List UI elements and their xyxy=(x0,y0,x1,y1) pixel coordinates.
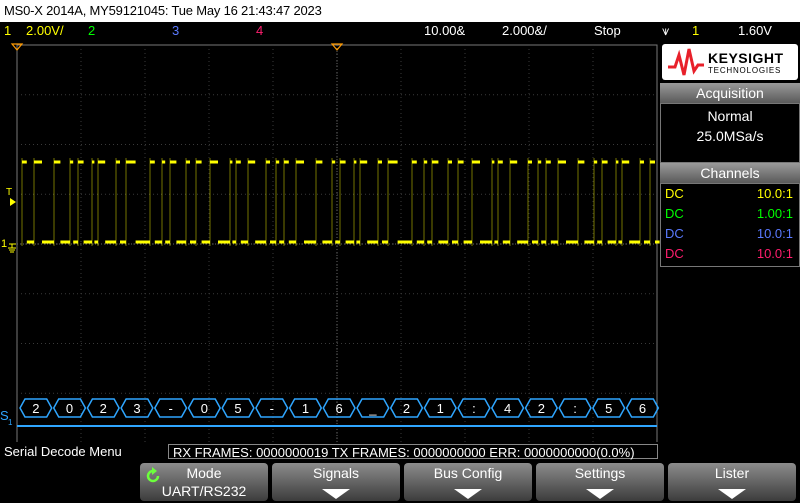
timebase-position[interactable]: 10.00& xyxy=(424,22,465,40)
softkey-label: Settings xyxy=(574,465,626,481)
mode-softkey[interactable]: Mode UART/RS232 xyxy=(140,463,268,501)
channel-row-2[interactable]: DC 1.00:1 xyxy=(661,204,799,224)
channels-header[interactable]: Channels xyxy=(660,163,800,183)
run-state[interactable]: Stop xyxy=(594,22,621,40)
lister-softkey[interactable]: Lister xyxy=(668,463,796,501)
channels-box[interactable]: DC 10.0:1 DC 1.00:1 DC 10.0:1 DC 10.0:1 xyxy=(660,183,800,267)
trigger-level[interactable]: 1.60V xyxy=(738,22,772,40)
frame-counters: RX FRAMES: 0000000019 TX FRAMES: 0000000… xyxy=(168,444,658,460)
keysight-wave-icon xyxy=(668,48,704,76)
decode-symbol: 1 xyxy=(302,401,309,416)
decode-symbol: 2 xyxy=(403,401,410,416)
menu-name: Serial Decode Menu xyxy=(4,444,122,459)
acquisition-mode: Normal xyxy=(707,108,753,124)
bus-config-softkey[interactable]: Bus Config xyxy=(404,463,532,501)
serial-bus-index: 1 xyxy=(8,418,13,427)
decode-symbol: 3 xyxy=(133,401,140,416)
ch1-ground-label: 1 xyxy=(1,238,7,250)
submenu-arrow-icon xyxy=(718,489,746,499)
ch4-number[interactable]: 4 xyxy=(256,22,263,40)
decode-symbol: 0 xyxy=(66,401,73,416)
decode-symbol: 2 xyxy=(100,401,107,416)
channel-coupling: DC xyxy=(665,246,684,261)
softkey-label: Bus Config xyxy=(433,465,503,481)
sample-rate: 25.0MSa/s xyxy=(696,128,764,144)
trigger-channel[interactable]: 1 xyxy=(692,22,699,40)
trigger-level-label: T xyxy=(6,187,12,198)
decode-symbol: 5 xyxy=(234,401,241,416)
timebase-scale[interactable]: 2.000&/ xyxy=(502,22,547,40)
decode-symbol: 0 xyxy=(201,401,208,416)
channel-coupling: DC xyxy=(665,226,684,241)
decode-symbol: : xyxy=(573,401,577,416)
channel-probe-ratio: 10.0:1 xyxy=(756,226,793,241)
waveform-display[interactable]: 2 0 2 3-0 5-1 6 _ 2 1:4 2:5 6 T 1 S 1 xyxy=(0,40,660,442)
ch1-scale[interactable]: 2.00V/ xyxy=(26,22,64,40)
decode-symbol: : xyxy=(472,401,476,416)
decode-symbol: - xyxy=(168,401,172,416)
submenu-arrow-icon xyxy=(454,489,482,499)
decode-symbol: 6 xyxy=(336,401,343,416)
trigger-level-marker[interactable] xyxy=(10,198,16,206)
decode-symbol: 2 xyxy=(32,401,39,416)
softkey-label: Lister xyxy=(714,465,750,481)
submenu-arrow-icon xyxy=(586,489,614,499)
logo-brand: KEYSIGHT xyxy=(708,50,784,66)
channel-coupling: DC xyxy=(665,206,684,221)
submenu-arrow-icon xyxy=(322,489,350,499)
softkey-bar: Mode UART/RS232 Signals Bus Config Setti… xyxy=(0,461,800,503)
channel-row-1[interactable]: DC 10.0:1 xyxy=(661,184,799,204)
decode-symbol: 5 xyxy=(605,401,612,416)
settings-softkey[interactable]: Settings xyxy=(536,463,664,501)
decode-symbol: 2 xyxy=(538,401,545,416)
ground-icon xyxy=(8,243,16,253)
ch3-number[interactable]: 3 xyxy=(172,22,179,40)
channel-probe-ratio: 10.0:1 xyxy=(756,246,793,261)
ch1-number[interactable]: 1 xyxy=(4,22,11,40)
signals-softkey[interactable]: Signals xyxy=(272,463,400,501)
window-title: MS0-X 2014A, MY59121045: Tue May 16 21:4… xyxy=(0,0,800,22)
trigger-edge-icon: ⩛ xyxy=(662,23,670,38)
softkey-label: Signals xyxy=(313,465,359,481)
side-panel: KEYSIGHT TECHNOLOGIES Acquisition Normal… xyxy=(660,40,800,442)
decode-symbol: 1 xyxy=(437,401,444,416)
channel-row-4[interactable]: DC 10.0:1 xyxy=(661,244,799,264)
channel-probe-ratio: 10.0:1 xyxy=(756,186,793,201)
channel-coupling: DC xyxy=(665,186,684,201)
decode-symbol: 4 xyxy=(504,401,511,416)
decode-symbol: 6 xyxy=(639,401,646,416)
acquisition-header[interactable]: Acquisition xyxy=(660,83,800,103)
softkey-value: UART/RS232 xyxy=(161,483,247,499)
channel-probe-ratio: 1.00:1 xyxy=(756,206,793,221)
ch1-waveform xyxy=(21,158,660,246)
decode-symbol: - xyxy=(270,401,274,416)
serial-decode-bus: 2 0 2 3 - 0 5 - 1 6 _ 2 1: 4 2: 5 6 xyxy=(17,398,660,427)
keysight-logo: KEYSIGHT TECHNOLOGIES xyxy=(662,44,798,80)
softkey-label: Mode xyxy=(186,465,222,481)
status-bar: 1 2.00V/ 2 3 4 10.00& 2.000&/ Stop ⩛ 1 1… xyxy=(0,22,800,40)
decode-symbol: _ xyxy=(368,401,377,416)
decode-status-bar: Serial Decode Menu RX FRAMES: 0000000019… xyxy=(0,443,800,461)
channel-row-3[interactable]: DC 10.0:1 xyxy=(661,224,799,244)
logo-subtitle: TECHNOLOGIES xyxy=(708,66,782,75)
acquisition-box[interactable]: Normal 25.0MSa/s xyxy=(660,103,800,163)
ch2-number[interactable]: 2 xyxy=(88,22,95,40)
